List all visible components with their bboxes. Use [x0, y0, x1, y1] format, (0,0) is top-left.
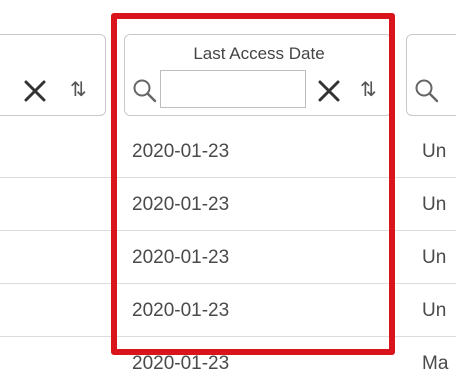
table-row[interactable]: Ma	[400, 337, 456, 378]
search-input[interactable]	[160, 70, 306, 108]
column-title[interactable]: Last Access Date	[118, 44, 400, 64]
table-row[interactable]: 2020-01-23	[118, 178, 400, 231]
table-row[interactable]	[0, 178, 118, 231]
table-row[interactable]: Un	[400, 284, 456, 337]
close-icon[interactable]	[316, 78, 342, 104]
cell-last-access-date: 2020-01-23	[132, 353, 230, 374]
cell-last-access-date: 2020-01-23	[132, 194, 230, 215]
table-row[interactable]: Un	[400, 178, 456, 231]
table-row[interactable]: 2020-01-23	[118, 284, 400, 337]
table-row[interactable]: 2020-01-23	[118, 337, 400, 390]
table-row[interactable]	[0, 284, 118, 337]
cell-last-access-date: 2020-01-23	[132, 300, 230, 321]
column-right-partial: Un Un Un Un Ma	[400, 0, 456, 378]
table-row[interactable]: Un	[400, 125, 456, 178]
search-icon	[415, 79, 439, 103]
sort-icon[interactable]: ⇅	[360, 80, 377, 100]
cell-last-access-date: 2020-01-23	[132, 247, 230, 268]
table-row[interactable]	[0, 231, 118, 284]
close-icon[interactable]	[22, 78, 48, 104]
table-row[interactable]: 2020-01-23	[118, 231, 400, 284]
cell-last-access-date: 2020-01-23	[132, 141, 230, 162]
column-left-partial: ⇅	[0, 0, 118, 378]
search-icon	[133, 79, 157, 103]
sort-icon[interactable]: ⇅	[70, 80, 87, 100]
table-row[interactable]	[0, 125, 118, 178]
table-row[interactable]: 2020-01-23	[118, 125, 400, 178]
column-header-left	[0, 34, 106, 116]
table-row[interactable]: Un	[400, 231, 456, 284]
column-last-access-date: Last Access Date ⇅ 2020-01-23 2020-01-23…	[118, 0, 400, 378]
